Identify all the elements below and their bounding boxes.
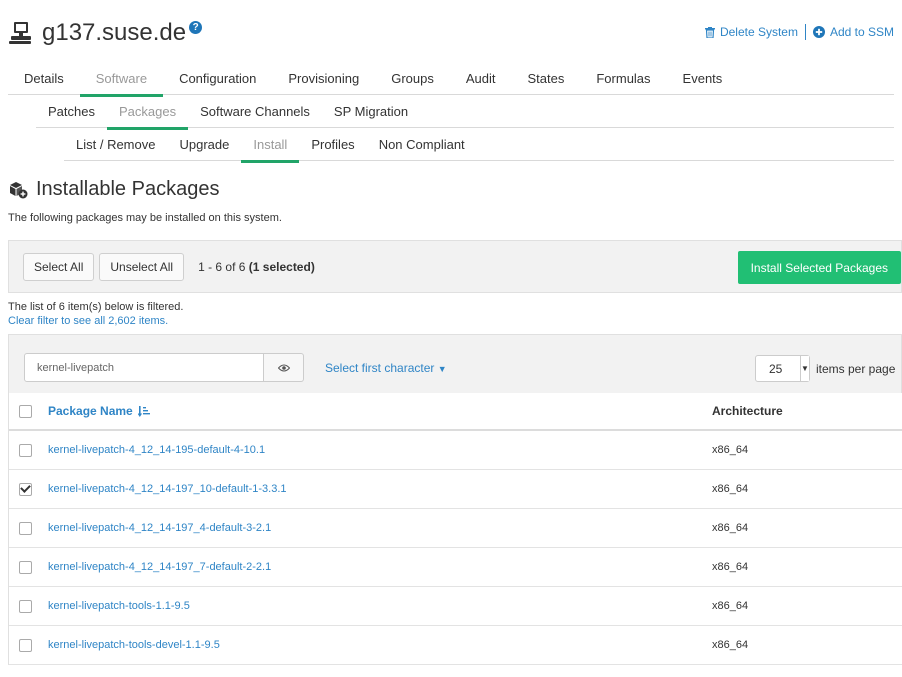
package-name-header[interactable]: Package Name [48,404,150,418]
table-body: kernel-livepatch-4_12_14-195-default-4-1… [9,431,902,665]
unselect-all-button[interactable]: Unselect All [99,252,185,281]
tab-states[interactable]: States [512,62,581,95]
tab-formulas[interactable]: Formulas [580,62,666,95]
add-to-ssm-link[interactable]: Add to SSM [812,25,894,39]
row-checkbox[interactable] [19,482,32,496]
subtab-software-channels[interactable]: Software Channels [188,95,322,128]
packages-icon [10,181,28,198]
table-row: kernel-livepatch-4_12_14-195-default-4-1… [9,431,902,470]
secondary-tabs: Patches Packages Software Channels SP Migra… [36,95,894,130]
items-per-page-select[interactable]: 25 ▼ [755,355,810,382]
install-selected-button[interactable]: Install Selected Packages [737,251,901,284]
row-checkbox[interactable] [19,443,32,457]
table-row: kernel-livepatch-4_12_14-197_10-default-… [9,470,902,509]
architecture-header: Architecture [712,404,783,418]
first-character-label: Select first character [325,361,435,375]
tab-provisioning[interactable]: Provisioning [272,62,375,95]
tab-configuration[interactable]: Configuration [163,62,272,95]
tab-software[interactable]: Software [79,62,164,97]
caret-down-icon: ▼ [437,364,447,374]
package-name-link[interactable]: kernel-livepatch-4_12_14-195-default-4-1… [48,444,265,456]
add-to-ssm-label: Add to SSM [829,25,894,39]
package-architecture: x86_64 [712,639,749,651]
delete-system-label: Delete System [719,25,798,39]
sort-ascending-icon [137,405,150,417]
items-per-page-value: 25 [769,361,783,376]
clear-filter-link[interactable]: Clear filter to see all 2,602 items. [8,314,183,328]
select-all-button[interactable]: Select All [23,252,95,281]
eye-icon [277,364,290,371]
section-description: The following packages may be installed … [8,212,282,224]
subtab-patches[interactable]: Patches [36,95,107,128]
table-row: kernel-livepatch-tools-devel-1.1-9.5 x86_… [9,626,902,665]
package-architecture: x86_64 [712,483,749,495]
subtab-sp-migration[interactable]: SP Migration [322,95,420,128]
package-name-link[interactable]: kernel-livepatch-tools-1.1-9.5 [48,600,190,612]
selection-toolbar: Select All Unselect All 1 - 6 of 6 (1 se… [8,240,902,293]
subtab-packages[interactable]: Packages [106,95,189,130]
row-checkbox[interactable] [19,521,32,535]
subsubtab-install[interactable]: Install [241,128,300,163]
row-checkbox[interactable] [19,599,32,613]
subsubtab-upgrade[interactable]: Upgrade [167,128,241,161]
table-header-row: Package Name Architecture [9,393,902,431]
subsubtab-list-remove[interactable]: List / Remove [64,128,167,161]
header-actions: Delete System Add to SSM [704,24,894,40]
package-architecture: x86_64 [712,522,749,534]
row-checkbox[interactable] [19,560,32,574]
page-header: g137.suse.de ? [8,16,203,50]
package-architecture: x86_64 [712,444,749,456]
package-name-header-label: Package Name [48,404,133,418]
table-row: kernel-livepatch-4_12_14-197_4-default-3… [9,509,902,548]
package-architecture: x86_64 [712,600,749,612]
package-name-link[interactable]: kernel-livepatch-4_12_14-197_7-default-2… [48,561,271,573]
package-name-link[interactable]: kernel-livepatch-4_12_14-197_10-default-… [48,483,287,495]
help-icon[interactable]: ? [189,20,203,34]
packages-table: Package Name Architecture kernel-livepat… [8,393,902,665]
filter-input[interactable] [25,354,263,381]
select-caret-icon: ▼ [800,356,809,381]
subsubtab-profiles[interactable]: Profiles [299,128,366,161]
filter-note: The list of 6 item(s) below is filtered.… [8,300,183,328]
package-name-link[interactable]: kernel-livepatch-4_12_14-197_4-default-3… [48,522,271,534]
tab-audit[interactable]: Audit [450,62,512,95]
system-icon [9,22,31,44]
delete-system-link[interactable]: Delete System [704,25,798,39]
tab-groups[interactable]: Groups [375,62,450,95]
package-name-link[interactable]: kernel-livepatch-tools-devel-1.1-9.5 [48,639,220,651]
tab-details[interactable]: Details [8,62,80,95]
trash-icon [704,26,715,38]
first-character-dropdown[interactable]: Select first character ▼ [325,361,447,375]
filter-toggle-button[interactable] [264,353,304,382]
primary-tabs: Details Software Configuration Provisioning… [8,62,894,97]
filter-input-wrapper [24,353,264,382]
package-architecture: x86_64 [712,561,749,573]
plus-circle-icon [812,26,825,38]
tab-events[interactable]: Events [667,62,739,95]
actions-divider [804,24,806,40]
section-title: Installable Packages [36,178,220,200]
subsubtab-non-compliant[interactable]: Non Compliant [367,128,477,161]
filter-bar: Select first character ▼ 25 ▼ items per … [8,334,902,393]
items-per-page-label: items per page [816,362,896,376]
row-checkbox[interactable] [19,638,32,652]
selection-count: 1 - 6 of 6 (1 selected) [198,260,315,274]
system-hostname: g137.suse.de [42,19,187,46]
tertiary-tabs: List / Remove Upgrade Install Profiles Non C… [64,128,894,163]
table-row: kernel-livepatch-4_12_14-197_7-default-2… [9,548,902,587]
section-heading: Installable Packages [8,178,219,201]
select-all-checkbox[interactable] [19,404,32,418]
filter-note-text: The list of 6 item(s) below is filtered. [8,301,184,313]
table-row: kernel-livepatch-tools-1.1-9.5 x86_64 [9,587,902,626]
range-text: 1 - 6 of 6 [198,259,246,274]
selected-text: (1 selected) [248,259,315,274]
